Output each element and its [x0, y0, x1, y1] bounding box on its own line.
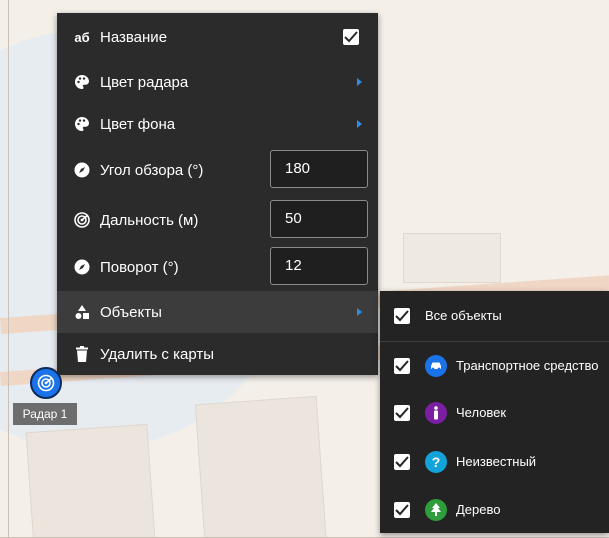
chevron-right-icon: [357, 78, 362, 86]
menu-item-label: Удалить с карты: [100, 345, 215, 363]
menu-item-view-angle: Угол обзора (°) 180: [57, 149, 378, 191]
filter-label: Дерево: [456, 502, 501, 517]
menu-item-range: Дальность (м) 50: [57, 199, 378, 241]
view-angle-input[interactable]: 180: [270, 150, 368, 188]
menu-item-label: Цвет фона: [100, 115, 176, 133]
palette-icon: [73, 115, 91, 133]
menu-item-label: Поворот (°): [100, 258, 179, 276]
palette-icon: [73, 73, 91, 91]
map-border: [8, 0, 9, 538]
filter-label: Все объекты: [425, 308, 502, 323]
context-menu: аб Название Цвет радара Цвет фона Угол о…: [57, 13, 378, 375]
menu-item-radar-color[interactable]: Цвет радара: [57, 61, 378, 103]
compass-icon: [73, 258, 91, 276]
rotation-input[interactable]: 12: [270, 247, 368, 285]
filter-tree[interactable]: Дерево: [380, 488, 609, 532]
filter-label: Человек: [456, 405, 507, 420]
compass-icon: [73, 161, 91, 179]
person-checkbox[interactable]: [394, 405, 410, 421]
filter-unknown[interactable]: ? Неизвестный: [380, 440, 609, 484]
range-input[interactable]: 50: [270, 200, 368, 238]
filter-label: Неизвестный: [456, 454, 537, 469]
tree-checkbox[interactable]: [394, 502, 410, 518]
filter-person[interactable]: Человек: [380, 391, 609, 435]
filter-label: Транспортное средство: [456, 358, 599, 373]
tree-icon: [425, 499, 447, 521]
menu-item-label: Дальность (м): [100, 211, 199, 229]
person-icon: [425, 402, 447, 424]
menu-item-objects[interactable]: Объекты: [57, 291, 378, 333]
chevron-right-icon: [357, 308, 362, 316]
map-building: [194, 395, 328, 538]
objects-submenu: Все объекты Транспортное средство Челове…: [380, 291, 609, 533]
menu-item-delete[interactable]: Удалить с карты: [57, 333, 378, 375]
car-icon: [425, 355, 447, 377]
menu-item-label: Объекты: [100, 303, 162, 321]
menu-item-name[interactable]: аб Название: [57, 16, 378, 58]
divider: [380, 341, 609, 342]
text-ab-icon: аб: [74, 29, 90, 45]
trash-icon: [73, 345, 91, 363]
map-building: [403, 233, 501, 283]
radar-icon: [37, 374, 55, 392]
name-checkbox[interactable]: [343, 29, 359, 45]
menu-item-label: Цвет радара: [100, 73, 189, 91]
all-objects-checkbox[interactable]: [394, 308, 410, 324]
map-building: [25, 423, 157, 538]
shapes-icon: [73, 303, 91, 321]
menu-item-background-color[interactable]: Цвет фона: [57, 103, 378, 145]
menu-item-label: Название: [100, 28, 168, 46]
menu-item-label: Угол обзора (°): [100, 161, 204, 179]
radar-marker[interactable]: [30, 367, 62, 399]
menu-item-rotation: Поворот (°) 12: [57, 246, 378, 288]
filter-all-objects[interactable]: Все объекты: [380, 294, 609, 338]
vehicle-checkbox[interactable]: [394, 358, 410, 374]
filter-vehicle[interactable]: Транспортное средство: [380, 344, 609, 388]
chevron-right-icon: [357, 120, 362, 128]
unknown-checkbox[interactable]: [394, 454, 410, 470]
question-icon: ?: [425, 451, 447, 473]
radar-icon: [73, 211, 91, 229]
radar-label: Радар 1: [13, 403, 77, 425]
